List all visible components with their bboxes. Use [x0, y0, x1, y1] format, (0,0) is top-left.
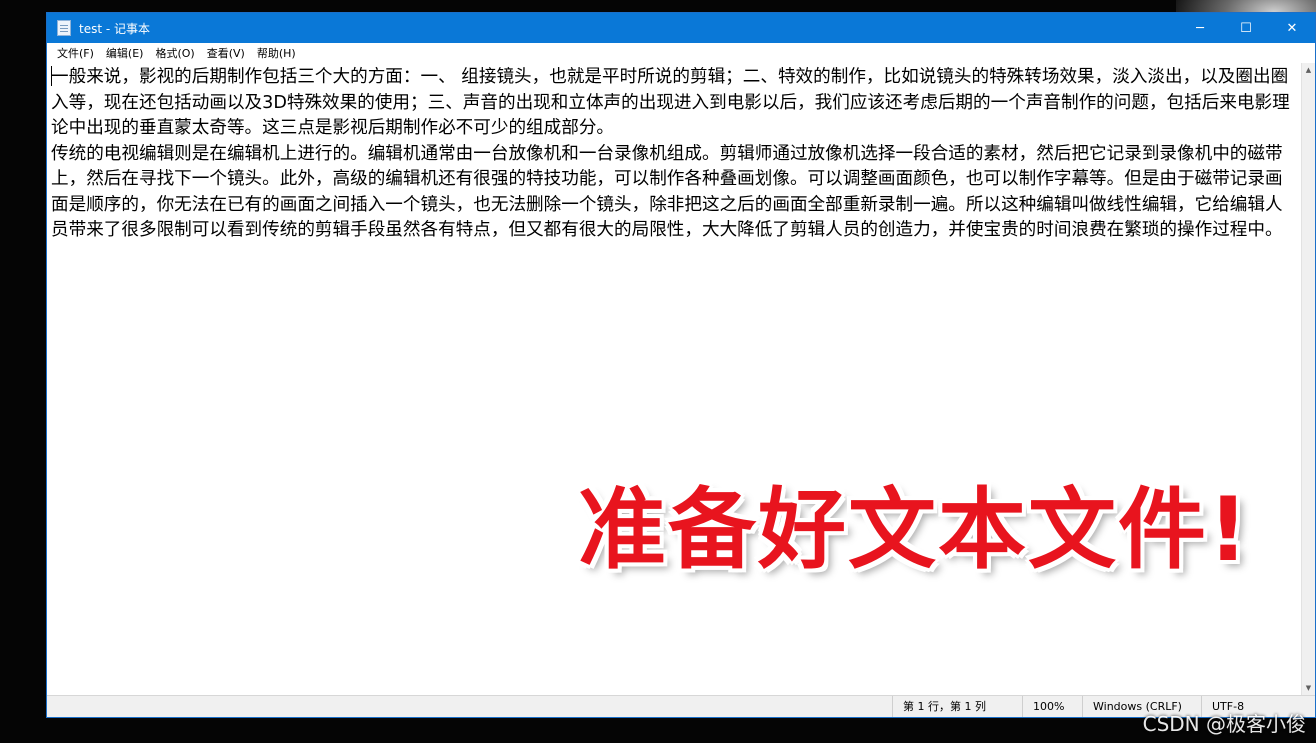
title-bar[interactable]: test - 记事本 ─ ☐ ✕: [47, 13, 1315, 43]
menu-help[interactable]: 帮助(H): [251, 45, 302, 61]
maximize-button[interactable]: ☐: [1223, 13, 1269, 43]
window-title: test - 记事本: [79, 21, 151, 36]
paragraph-2: 传统的电视编辑则是在编辑机上进行的。编辑机通常由一台放像机和一台录像机组成。剪辑…: [51, 143, 1283, 241]
minimize-button[interactable]: ─: [1177, 13, 1223, 43]
close-button[interactable]: ✕: [1269, 13, 1315, 43]
menu-format[interactable]: 格式(O): [149, 45, 200, 61]
zoom-level: 100%: [1022, 696, 1082, 717]
cursor-position: 第 1 行，第 1 列: [892, 696, 1022, 717]
vertical-scrollbar[interactable]: ▲ ▼: [1301, 63, 1315, 695]
menu-file[interactable]: 文件(F): [51, 45, 100, 61]
menu-bar: 文件(F) 编辑(E) 格式(O) 查看(V) 帮助(H): [47, 43, 1315, 63]
notepad-icon: [57, 20, 71, 36]
text-editor[interactable]: 一般来说，影视的后期制作包括三个大的方面：一、 组接镜头，也就是平时所说的剪辑；…: [47, 63, 1301, 695]
scroll-down-icon[interactable]: ▼: [1302, 681, 1315, 695]
status-bar: 第 1 行，第 1 列 100% Windows (CRLF) UTF-8: [47, 695, 1315, 717]
notepad-window: test - 记事本 ─ ☐ ✕ 文件(F) 编辑(E) 格式(O) 查看(V)…: [46, 12, 1316, 718]
menu-view[interactable]: 查看(V): [201, 45, 251, 61]
watermark: CSDN @极客小俊: [1142, 712, 1306, 736]
scroll-up-icon[interactable]: ▲: [1302, 63, 1315, 77]
overlay-caption: 准备好文本文件!: [578, 478, 1251, 581]
window-controls: ─ ☐ ✕: [1177, 13, 1315, 43]
menu-edit[interactable]: 编辑(E): [100, 45, 150, 61]
text-caret: [51, 66, 52, 86]
paragraph-1: 一般来说，影视的后期制作包括三个大的方面：一、 组接镜头，也就是平时所说的剪辑；…: [51, 67, 1290, 138]
